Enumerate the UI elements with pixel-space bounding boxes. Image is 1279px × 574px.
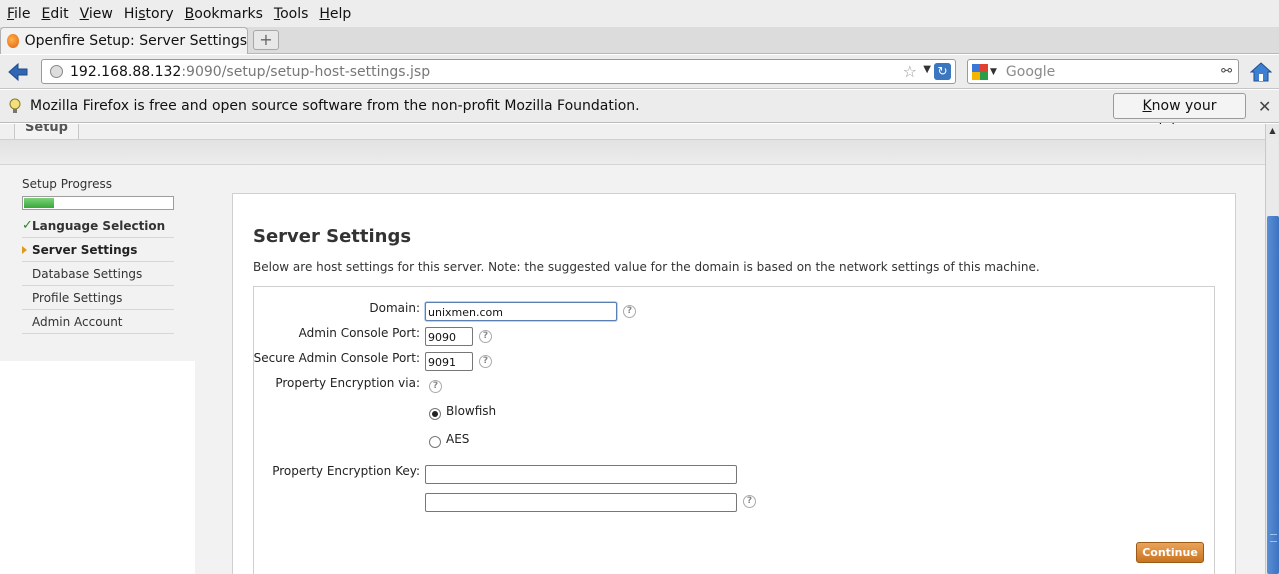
help-icon[interactable]: ?: [743, 495, 756, 508]
setup-progress-fill: [24, 198, 54, 208]
encryption-key-confirm-field[interactable]: [425, 493, 737, 512]
menu-view[interactable]: View: [76, 6, 117, 22]
site-identity-icon[interactable]: [50, 65, 63, 78]
setup-progress-bar: [22, 196, 174, 210]
reload-icon[interactable]: ↻: [934, 63, 951, 80]
help-icon[interactable]: ?: [479, 355, 492, 368]
step-server-settings: Server Settings: [22, 238, 174, 262]
notification-bar: Mozilla Firefox is free and open source …: [0, 90, 1279, 138]
menu-bar: File Edit View History Bookmarks Tools H…: [0, 0, 1279, 27]
menu-file[interactable]: File: [3, 6, 34, 22]
search-input[interactable]: Google: [1006, 64, 1055, 80]
domain-label: Domain:: [369, 301, 420, 315]
domain-field[interactable]: [425, 302, 617, 321]
bookmark-star-icon[interactable]: ☆: [903, 62, 917, 81]
vertical-scrollbar[interactable]: ▲: [1265, 124, 1279, 574]
home-icon[interactable]: [1250, 61, 1272, 83]
scroll-track[interactable]: [1267, 138, 1278, 216]
search-bar[interactable]: ▼ Google ⚯: [967, 59, 1239, 84]
tab-openfire-setup[interactable]: Openfire Setup: Server Settings: [0, 27, 248, 54]
help-icon[interactable]: ?: [623, 305, 636, 318]
secure-admin-console-port-label: Secure Admin Console Port:: [253, 351, 420, 365]
step-label: Server Settings: [32, 243, 138, 257]
header-band: [0, 139, 1265, 165]
admin-console-port-field[interactable]: [425, 327, 473, 346]
back-arrow-icon[interactable]: [7, 61, 29, 83]
navigation-bar: 192.168.88.132 :9090/setup/setup-host-se…: [0, 55, 1279, 89]
secure-admin-console-port-field[interactable]: [425, 352, 473, 371]
continue-button[interactable]: Continue: [1136, 542, 1204, 563]
page-tabstrip: Setup: [0, 124, 1265, 139]
step-database-settings: Database Settings: [22, 262, 174, 286]
blowfish-label[interactable]: Blowfish: [446, 404, 496, 418]
admin-console-port-label: Admin Console Port:: [298, 326, 420, 340]
google-engine-icon[interactable]: [972, 63, 988, 80]
scroll-up-icon[interactable]: ▲: [1266, 124, 1279, 138]
favicon-icon: [7, 34, 19, 48]
help-icon[interactable]: ?: [479, 330, 492, 343]
server-settings-form: Domain: ? Admin Console Port: ? Secure A…: [253, 286, 1215, 574]
page-title: Server Settings: [253, 226, 412, 247]
checkmark-icon: ✓: [22, 218, 33, 233]
menu-tools[interactable]: Tools: [270, 6, 313, 22]
lightbulb-icon: [9, 98, 21, 113]
property-encryption-via-label: Property Encryption via:: [275, 376, 420, 390]
current-step-arrow-icon: [22, 246, 27, 254]
help-icon[interactable]: ?: [429, 380, 442, 393]
step-label: Profile Settings: [32, 291, 123, 305]
step-label: Admin Account: [32, 315, 123, 329]
scroll-grip-icon: [1270, 534, 1277, 542]
search-engine-dropdown-icon[interactable]: ▼: [990, 67, 997, 77]
setup-progress-sidebar: Setup Progress ✓ Language Selection Serv…: [22, 177, 174, 334]
url-host: 192.168.88.132: [70, 63, 182, 80]
encryption-key-field[interactable]: [425, 465, 737, 484]
menu-bookmarks[interactable]: Bookmarks: [181, 6, 267, 22]
setup-steps-list: ✓ Language Selection Server Settings Dat…: [22, 214, 174, 334]
step-admin-account: Admin Account: [22, 310, 174, 334]
blowfish-radio[interactable]: [429, 408, 441, 420]
setup-progress-title: Setup Progress: [22, 177, 112, 191]
page-content: Setup Setup Progress ✓ Language Selectio…: [0, 124, 1265, 574]
know-your-rights-button[interactable]: Know your rights...: [1113, 93, 1246, 138]
scroll-thumb[interactable]: [1267, 216, 1279, 574]
history-dropdown-icon[interactable]: ▼: [923, 64, 931, 75]
menu-history[interactable]: History: [120, 6, 178, 22]
step-profile-settings: Profile Settings: [22, 286, 174, 310]
step-label: Language Selection: [32, 219, 166, 233]
step-language-selection[interactable]: ✓ Language Selection: [22, 214, 174, 238]
close-icon[interactable]: ✕: [1258, 97, 1271, 116]
menu-edit[interactable]: Edit: [37, 6, 72, 22]
setup-tab[interactable]: Setup: [14, 124, 79, 139]
aes-radio[interactable]: [429, 436, 441, 448]
new-tab-button[interactable]: +: [253, 30, 279, 50]
aes-label[interactable]: AES: [446, 432, 469, 446]
tab-title: Openfire Setup: Server Settings: [24, 33, 247, 49]
notification-text: Mozilla Firefox is free and open source …: [30, 98, 640, 114]
page-description: Below are host settings for this server.…: [253, 260, 1040, 274]
property-encryption-key-label: Property Encryption Key:: [272, 464, 420, 478]
url-path: :9090/setup/setup-host-settings.jsp: [181, 63, 431, 80]
address-bar[interactable]: 192.168.88.132 :9090/setup/setup-host-se…: [41, 59, 956, 84]
search-binoculars-icon[interactable]: ⚯: [1221, 64, 1232, 79]
menu-help[interactable]: Help: [315, 6, 355, 22]
server-settings-panel: Server Settings Below are host settings …: [232, 193, 1236, 574]
tab-bar: Openfire Setup: Server Settings +: [0, 27, 1279, 54]
step-label: Database Settings: [32, 267, 143, 281]
